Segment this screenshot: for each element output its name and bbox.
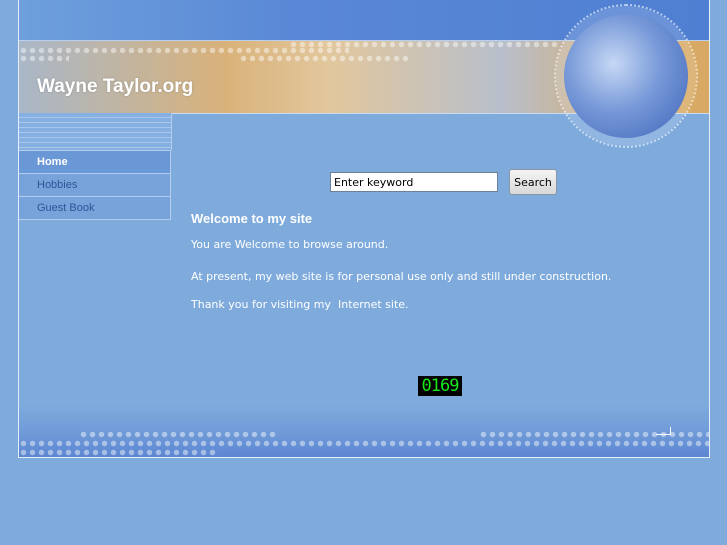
hit-counter: 0169 — [418, 376, 462, 396]
nav-item-hobbies[interactable]: Hobbies — [19, 173, 171, 196]
paragraph: Thank you for visiting my Internet site. — [191, 298, 409, 311]
search-form: Search — [330, 169, 557, 195]
paragraph: At present, my web site is for personal … — [191, 270, 612, 283]
sidebar-stripes — [19, 113, 172, 150]
nav-item-guest-book[interactable]: Guest Book — [19, 196, 171, 220]
welcome-heading: Welcome to my site — [191, 211, 313, 226]
search-input[interactable] — [330, 172, 498, 192]
site-title: Wayne Taylor.org — [37, 76, 194, 97]
return-arrow-icon[interactable] — [656, 427, 671, 435]
search-button[interactable]: Search — [509, 169, 557, 195]
main-content: Welcome to my site You are Welcome to br… — [191, 211, 611, 311]
footer-band — [19, 405, 709, 457]
sidebar-nav: Home Hobbies Guest Book — [19, 150, 171, 220]
page-frame: Wayne Taylor.org Home Hobbies Guest Book… — [18, 0, 710, 458]
nav-item-home[interactable]: Home — [19, 150, 171, 173]
paragraph: You are Welcome to browse around. — [191, 238, 389, 251]
globe-icon — [554, 4, 698, 148]
